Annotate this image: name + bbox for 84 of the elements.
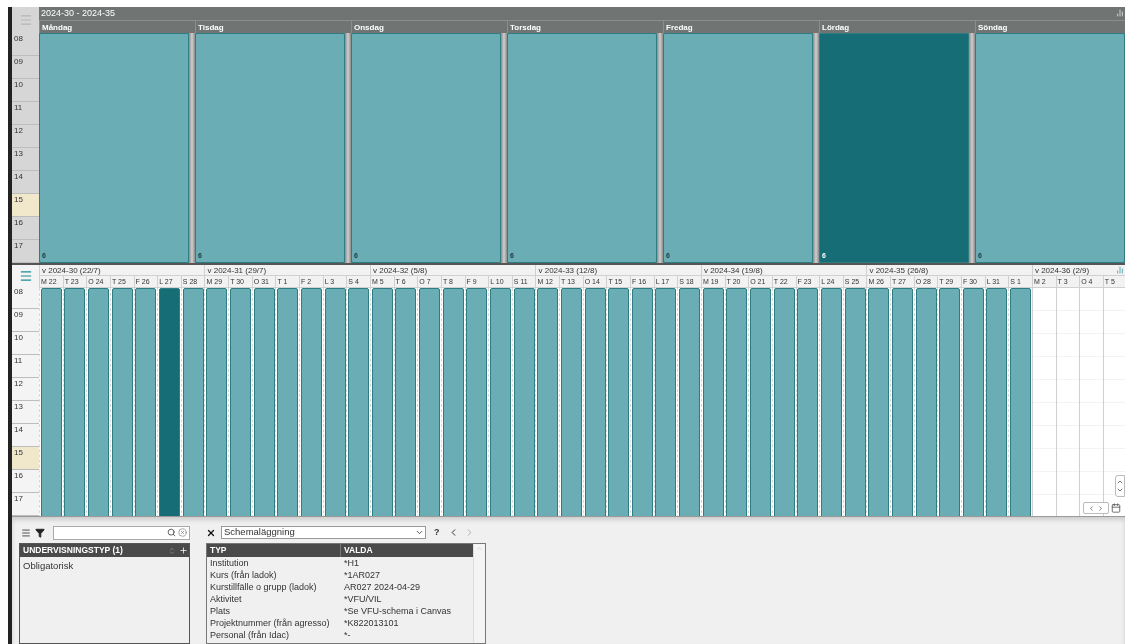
event-block[interactable] (608, 288, 630, 516)
event-block[interactable] (371, 288, 393, 516)
week-header: v 2024-33 (12/8) (535, 265, 701, 276)
event-block[interactable] (844, 288, 866, 516)
list-title: UNDERVISNINGSTYP (1) (23, 544, 124, 557)
event-block[interactable] (300, 288, 322, 516)
table-cell-text: Aktivitet (209, 593, 243, 605)
scrollbar[interactable] (473, 544, 485, 643)
list-item[interactable]: Obligatorisk (20, 557, 189, 570)
calendar-icon[interactable] (1111, 503, 1121, 513)
bar-chart-icon[interactable] (1116, 9, 1124, 17)
table-cell-text: Institution (209, 557, 250, 569)
event-block[interactable] (702, 288, 724, 516)
chevron-down-icon[interactable] (1116, 486, 1124, 494)
event-block[interactable] (324, 288, 346, 516)
event-block[interactable] (88, 288, 110, 516)
table-cell-text: Kurs (från ladok) (209, 569, 278, 581)
add-icon[interactable] (179, 546, 188, 555)
event-block[interactable] (750, 288, 772, 516)
event-block[interactable] (466, 288, 488, 516)
event-block[interactable] (513, 288, 535, 516)
search-field[interactable] (53, 525, 190, 540)
event-block[interactable] (419, 288, 441, 516)
chevron-down-icon (415, 528, 424, 537)
event-block[interactable] (820, 288, 842, 516)
hour-label: 15 (12, 194, 39, 217)
event-block[interactable] (868, 288, 890, 516)
event-block[interactable] (348, 288, 370, 516)
scroll-stepper[interactable] (1115, 475, 1125, 497)
event-block[interactable] (631, 288, 653, 516)
table-cell-text: *H1 (343, 557, 360, 569)
event-block[interactable] (679, 288, 701, 516)
date-range-title: 2024-30 - 2024-35 (40, 7, 116, 20)
table-cell-text: *K822013101 (343, 617, 400, 629)
event-block[interactable] (64, 288, 86, 516)
event-block[interactable] (229, 288, 251, 516)
search-icon[interactable] (167, 528, 176, 537)
week-header: v 2024-36 (2/9) (1031, 265, 1125, 276)
event-block[interactable] (135, 288, 157, 516)
event-block[interactable] (277, 288, 299, 516)
filter-icon[interactable] (35, 527, 45, 538)
event-block[interactable] (655, 288, 677, 516)
table-cell-text: Plats (209, 605, 231, 617)
event-block[interactable] (1010, 288, 1032, 516)
event-block[interactable] (584, 288, 606, 516)
event-block[interactable] (986, 288, 1008, 516)
week-header: v 2024-34 (19/8) (700, 265, 867, 276)
view-select[interactable]: Schemaläggning (221, 526, 426, 539)
event-block[interactable] (182, 288, 204, 516)
event-block[interactable] (773, 288, 795, 516)
table-cell-text: Personal (från Idac) (209, 629, 291, 641)
table-cell-text: *1AR027 (343, 569, 382, 581)
table-cell-text: *Se VFU-schema i Canvas (343, 605, 453, 617)
event-block[interactable] (442, 288, 464, 516)
event-block[interactable] (726, 288, 748, 516)
column-header[interactable]: TYP (207, 544, 341, 557)
event-block[interactable] (395, 288, 417, 516)
week-header: v 2024-32 (5/8) (369, 265, 536, 276)
event-block[interactable] (797, 288, 819, 516)
event-block[interactable] (40, 288, 62, 516)
event-block[interactable] (537, 288, 559, 516)
event-block[interactable] (915, 288, 937, 516)
close-icon[interactable] (206, 527, 216, 538)
event-block[interactable] (253, 288, 275, 516)
event-block[interactable] (111, 288, 133, 516)
table-cell-text: AR027 2024-04-29 (343, 581, 422, 593)
event-block[interactable] (206, 288, 228, 516)
hour-label: 15 (12, 447, 39, 470)
event-block[interactable] (560, 288, 582, 516)
menu-icon[interactable] (18, 268, 33, 283)
table-cell-text: *VFU/VIL (343, 593, 383, 605)
event-block[interactable] (891, 288, 913, 516)
week-header: v 2024-31 (29/7) (204, 265, 370, 276)
help-button[interactable]: ? (434, 525, 440, 540)
table-cell-text: Projektnummer (från agresso) (209, 617, 331, 629)
chevron-up-icon[interactable] (1116, 478, 1124, 486)
clear-icon[interactable] (178, 528, 187, 537)
week-header: v 2024-30 (22/7) (39, 265, 205, 276)
event-block[interactable] (962, 288, 984, 516)
event-block[interactable] (939, 288, 961, 516)
table-cell-text: *- (343, 629, 352, 641)
table-cell-text: Kurstillfälle o grupp (ladok) (209, 581, 318, 593)
column-header[interactable]: VALDA (341, 544, 473, 557)
week-header: v 2024-35 (26/8) (866, 265, 1032, 276)
